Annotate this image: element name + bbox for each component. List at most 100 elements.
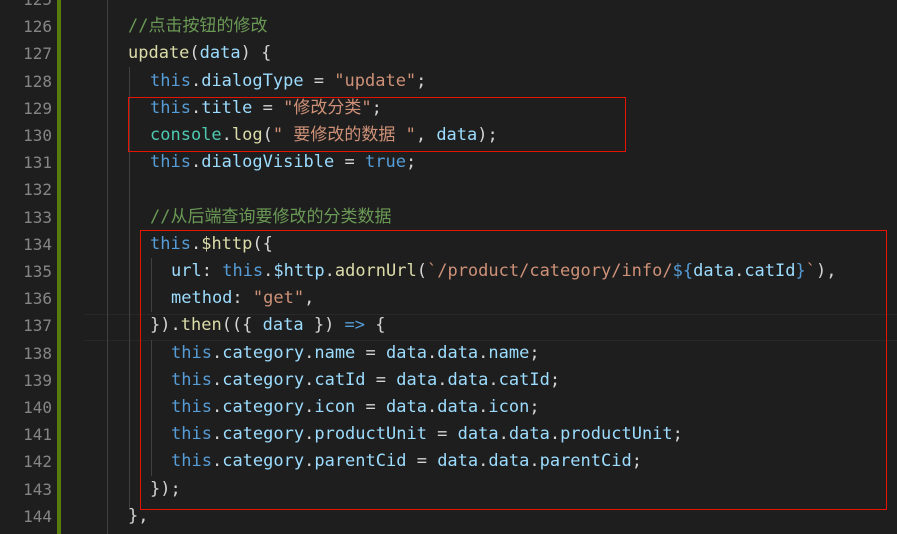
punctuation: ; bbox=[529, 397, 540, 417]
punctuation: . bbox=[170, 315, 181, 336]
code-line-128: this.dialogType = "update"; bbox=[150, 68, 426, 95]
line-number: 137 bbox=[23, 316, 52, 336]
line-number: 126 bbox=[23, 17, 52, 37]
keyword-this: this bbox=[150, 233, 191, 254]
string: "修改分类" bbox=[283, 97, 372, 118]
variable: data bbox=[693, 261, 735, 281]
keyword-this: this bbox=[150, 70, 191, 91]
property: data bbox=[437, 342, 479, 363]
operator: = bbox=[252, 97, 284, 118]
punctuation: . bbox=[304, 451, 315, 472]
punctuation: ({ bbox=[252, 233, 273, 254]
punctuation: . bbox=[263, 261, 274, 281]
string: " 要修改的数据 " bbox=[272, 125, 416, 145]
keyword-this: this bbox=[171, 424, 212, 445]
property: title bbox=[201, 97, 253, 118]
punctuation: . bbox=[190, 233, 202, 254]
code-line-139: this.category.catId = data.data.catId; bbox=[171, 367, 560, 394]
line-number: 140 bbox=[23, 398, 52, 417]
git-modified-indicator bbox=[57, 0, 61, 534]
punctuation: . bbox=[211, 397, 223, 417]
punctuation: . bbox=[426, 397, 438, 417]
punctuation: . bbox=[498, 424, 509, 445]
property: catId bbox=[744, 261, 796, 281]
line-number: 138 bbox=[23, 343, 52, 363]
property: data bbox=[488, 451, 530, 472]
code-line-126: //点击按钮的修改 bbox=[128, 13, 267, 40]
punctuation: }) bbox=[150, 315, 171, 336]
template-delimiter: ${ bbox=[672, 261, 694, 281]
property: data bbox=[447, 369, 489, 390]
punctuation: . bbox=[190, 97, 202, 118]
line-number: 135 bbox=[23, 262, 52, 281]
function-name: then bbox=[180, 315, 222, 336]
punctuation: . bbox=[426, 342, 438, 363]
punctuation: . bbox=[190, 152, 202, 173]
code-editor[interactable]: 125 126 127 128 129 130 131 132 133 134 … bbox=[0, 0, 897, 534]
code-line-135: url: this.$http.adornUrl(`/product/categ… bbox=[171, 258, 836, 285]
punctuation: . bbox=[221, 125, 232, 145]
keyword-this: this bbox=[171, 451, 212, 472]
line-number: 125 bbox=[0, 0, 52, 13]
punctuation: . bbox=[529, 451, 540, 472]
code-line-133: //从后端查询要修改的分类数据 bbox=[150, 204, 391, 231]
punctuation: ), bbox=[816, 261, 837, 281]
property: name bbox=[314, 342, 356, 363]
line-number: 134 bbox=[23, 234, 52, 254]
property: productUnit bbox=[314, 424, 427, 445]
punctuation: . bbox=[211, 451, 223, 472]
code-line-141: this.category.productUnit = data.data.pr… bbox=[171, 421, 683, 448]
template-delimiter: } bbox=[795, 261, 806, 281]
string: "update" bbox=[334, 70, 417, 91]
line-number: 132 bbox=[23, 180, 52, 200]
punctuation: ; bbox=[371, 97, 382, 118]
punctuation: . bbox=[478, 342, 489, 363]
comment: //点击按钮的修改 bbox=[128, 16, 268, 37]
property: category bbox=[222, 451, 305, 472]
punctuation: ; bbox=[529, 342, 540, 363]
punctuation: { bbox=[365, 315, 386, 336]
variable: data bbox=[386, 342, 427, 363]
template-string: `/product/category/info/ bbox=[426, 261, 673, 281]
keyword-this: this bbox=[171, 369, 212, 390]
boolean: true bbox=[364, 152, 406, 173]
line-number: 142 bbox=[23, 452, 52, 472]
line-number: 131 bbox=[23, 153, 52, 173]
punctuation: . bbox=[488, 369, 499, 390]
function-name: log bbox=[231, 125, 263, 145]
line-number: 128 bbox=[23, 71, 52, 91]
string: "get" bbox=[252, 288, 305, 309]
punctuation: ( bbox=[262, 125, 273, 145]
punctuation: ; bbox=[631, 451, 642, 472]
code-line-144: }, bbox=[128, 503, 148, 530]
operator: = bbox=[334, 152, 365, 173]
keyword-this: this bbox=[150, 97, 191, 118]
punctuation: ) { bbox=[240, 43, 272, 64]
identifier: console bbox=[150, 125, 222, 145]
punctuation: . bbox=[437, 369, 448, 390]
variable: data bbox=[436, 125, 478, 145]
code-area[interactable]: //点击按钮的修改 update(data) { this.dialogType… bbox=[84, 0, 897, 534]
property: catId bbox=[314, 369, 366, 390]
punctuation: ; bbox=[672, 424, 683, 445]
property: $http bbox=[273, 261, 325, 281]
punctuation: }); bbox=[150, 478, 181, 499]
line-number: 139 bbox=[23, 370, 52, 390]
punctuation: : bbox=[232, 288, 253, 309]
punctuation: , bbox=[304, 288, 315, 309]
code-line-138: this.category.name = data.data.name; bbox=[171, 340, 540, 367]
property: icon bbox=[314, 397, 356, 417]
punctuation: . bbox=[734, 261, 745, 281]
line-number: 143 bbox=[23, 479, 52, 499]
code-line-140: this.category.icon = data.data.icon; bbox=[171, 394, 540, 421]
property: catId bbox=[498, 369, 550, 390]
punctuation: ; bbox=[416, 70, 427, 91]
property: data bbox=[437, 397, 479, 417]
code-line-142: this.category.parentCid = data.data.pare… bbox=[171, 448, 642, 475]
operator: = bbox=[303, 70, 335, 91]
function-name: $http bbox=[201, 233, 253, 254]
code-line-129: this.title = "修改分类"; bbox=[150, 95, 382, 122]
punctuation: . bbox=[190, 70, 202, 91]
punctuation: . bbox=[304, 342, 315, 363]
punctuation: }) bbox=[303, 315, 345, 336]
